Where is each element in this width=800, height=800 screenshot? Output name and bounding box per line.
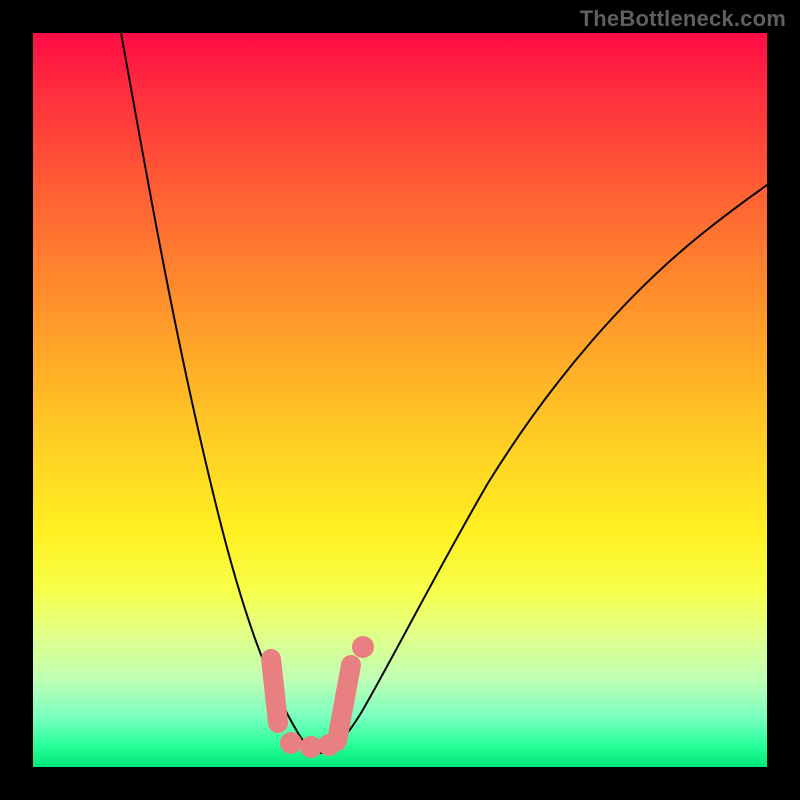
marker-right-rod — [337, 665, 351, 741]
marker-dot-upper — [352, 636, 374, 658]
left-curve — [121, 33, 321, 753]
marker-dot-c — [318, 734, 340, 756]
chart-frame: TheBottleneck.com — [0, 0, 800, 800]
curve-layer — [33, 33, 767, 767]
plot-area — [33, 33, 767, 767]
marker-left-rod — [271, 659, 278, 723]
right-curve — [321, 185, 767, 753]
marker-dot-a — [280, 732, 302, 754]
watermark-text: TheBottleneck.com — [580, 6, 786, 32]
